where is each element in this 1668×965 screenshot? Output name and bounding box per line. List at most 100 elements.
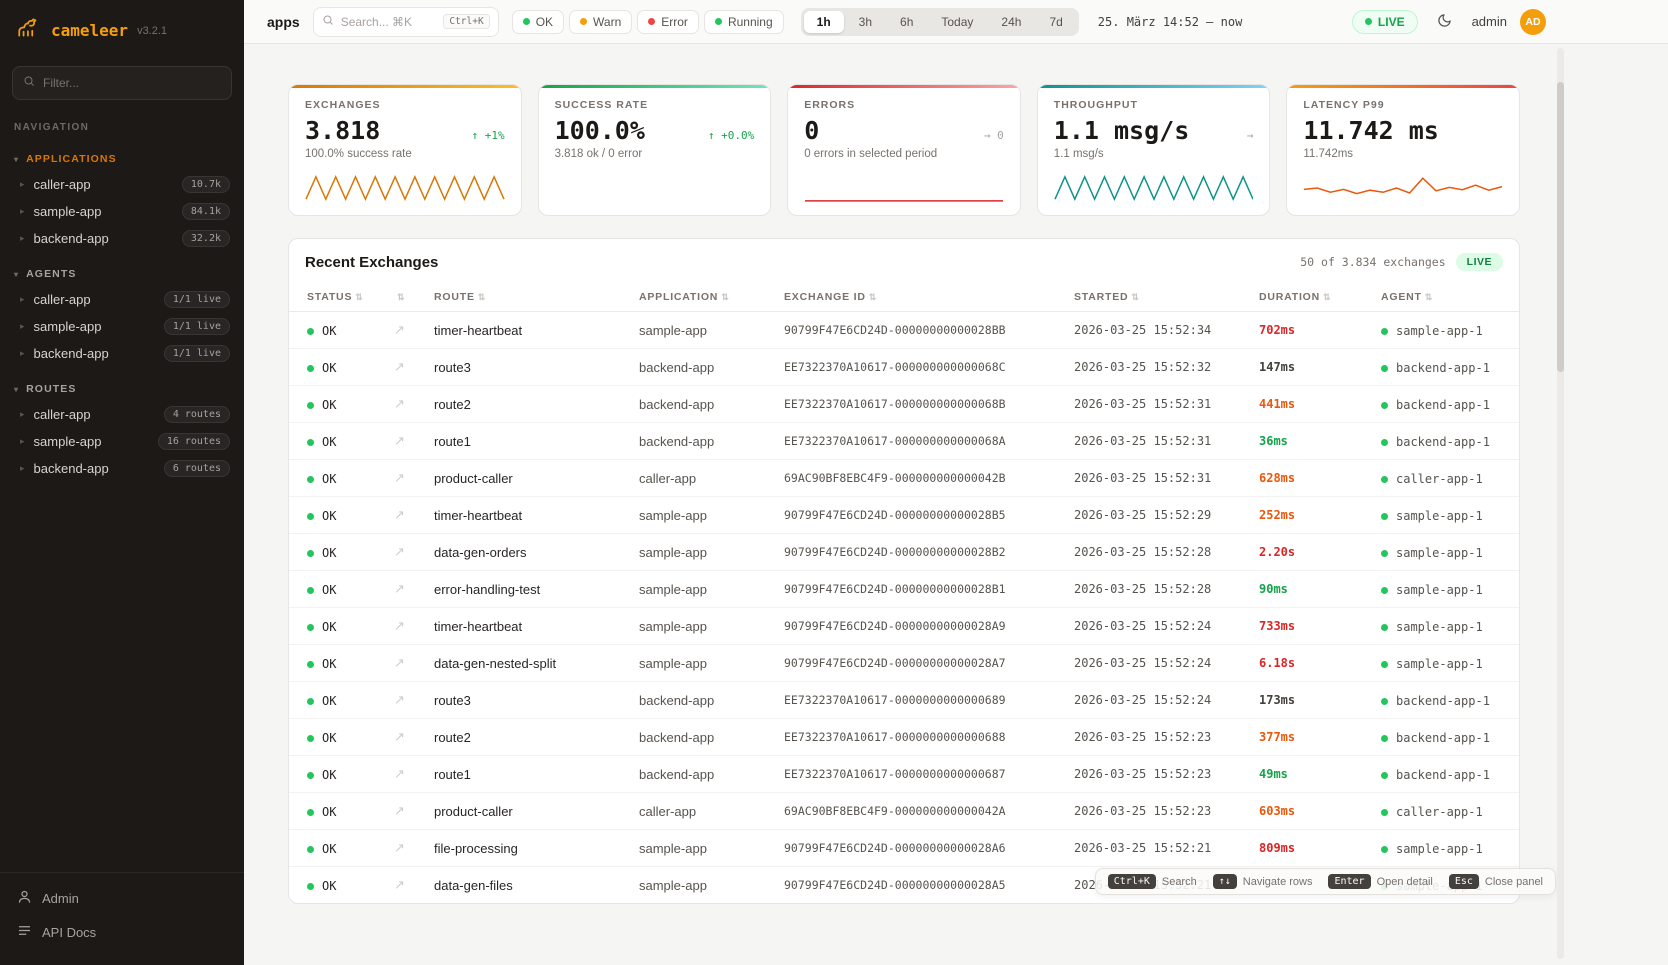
time-range-24h[interactable]: 24h	[988, 11, 1034, 33]
sidebar-item-sample-app[interactable]: ▸ sample-app 1/1 live	[0, 313, 244, 340]
row-open-icon[interactable]: ↗	[394, 803, 405, 818]
sidebar-item-caller-app[interactable]: ▸ caller-app 4 routes	[0, 401, 244, 428]
column-header-application[interactable]: APPLICATION⇅	[629, 283, 774, 312]
sidebar-item-sample-app[interactable]: ▸ sample-app 84.1k	[0, 198, 244, 225]
sort-icon: ⇅	[1425, 292, 1433, 302]
row-open-icon[interactable]: ↗	[394, 470, 405, 485]
row-open-icon[interactable]: ↗	[394, 507, 405, 522]
sidebar-item-caller-app[interactable]: ▸ caller-app 1/1 live	[0, 286, 244, 313]
sidebar-item-sample-app[interactable]: ▸ sample-app 16 routes	[0, 428, 244, 455]
section-title-routes[interactable]: ▾ROUTES	[0, 379, 244, 401]
row-started: 2026-03-25 15:52:21	[1064, 830, 1249, 867]
column-header-open[interactable]: ⇅	[384, 283, 424, 312]
stat-value: 100.0%	[555, 116, 645, 145]
status-filter-ok[interactable]: OK	[512, 10, 564, 34]
row-open-icon[interactable]: ↗	[394, 433, 405, 448]
status-filter-error[interactable]: Error	[637, 10, 699, 34]
sidebar-item-caller-app[interactable]: ▸ caller-app 10.7k	[0, 171, 244, 198]
row-open-icon[interactable]: ↗	[394, 359, 405, 374]
row-duration: 702ms	[1249, 312, 1371, 349]
row-open-icon[interactable]: ↗	[394, 544, 405, 559]
time-range-today[interactable]: Today	[928, 11, 986, 33]
avatar[interactable]: AD	[1520, 9, 1546, 35]
section-title-agents[interactable]: ▾AGENTS	[0, 264, 244, 286]
table-row[interactable]: OK ↗ timer-heartbeat sample-app 90799F47…	[289, 312, 1519, 349]
row-open-icon[interactable]: ↗	[394, 655, 405, 670]
sidebar-item-backend-app[interactable]: ▸ backend-app 6 routes	[0, 455, 244, 482]
time-range-3h[interactable]: 3h	[846, 11, 885, 33]
row-duration: 377ms	[1249, 719, 1371, 756]
stat-sparkline	[1054, 171, 1254, 205]
row-open-icon[interactable]: ↗	[394, 618, 405, 633]
table-live-badge[interactable]: LIVE	[1456, 253, 1503, 271]
row-application: backend-app	[629, 756, 774, 793]
stat-subtitle: 11.742ms	[1303, 148, 1503, 160]
column-header-duration[interactable]: DURATION⇅	[1249, 283, 1371, 312]
table-row[interactable]: OK ↗ route1 backend-app EE7322370A10617-…	[289, 756, 1519, 793]
row-started: 2026-03-25 15:52:32	[1064, 349, 1249, 386]
row-open-icon[interactable]: ↗	[394, 692, 405, 707]
live-toggle[interactable]: LIVE	[1352, 10, 1418, 34]
row-open-icon[interactable]: ↗	[394, 322, 405, 337]
table-row[interactable]: OK ↗ file-processing sample-app 90799F47…	[289, 830, 1519, 867]
sort-icon: ⇅	[1131, 292, 1139, 302]
table-row[interactable]: OK ↗ timer-heartbeat sample-app 90799F47…	[289, 608, 1519, 645]
column-header-exchange-id[interactable]: EXCHANGE ID⇅	[774, 283, 1064, 312]
item-badge: 32.2k	[182, 230, 230, 247]
column-header-route[interactable]: ROUTE⇅	[424, 283, 629, 312]
search-input[interactable]	[341, 15, 437, 29]
shortcut-hint-search: Ctrl+KSearch	[1108, 874, 1197, 889]
sidebar-sections: ▾APPLICATIONS▸ caller-app 10.7k▸ sample-…	[0, 137, 244, 482]
table-row[interactable]: OK ↗ error-handling-test sample-app 9079…	[289, 571, 1519, 608]
column-header-started[interactable]: STARTED⇅	[1064, 283, 1249, 312]
row-open-icon[interactable]: ↗	[394, 840, 405, 855]
footer-item-admin[interactable]: Admin	[0, 881, 244, 915]
row-status: OK	[322, 657, 336, 671]
row-status: OK	[322, 842, 336, 856]
sort-icon: ⇅	[721, 292, 729, 302]
scrollbar-thumb[interactable]	[1557, 82, 1564, 372]
status-filter-warn[interactable]: Warn	[569, 10, 632, 34]
time-range-7d[interactable]: 7d	[1036, 11, 1075, 33]
table-row[interactable]: OK ↗ data-gen-nested-split sample-app 90…	[289, 645, 1519, 682]
row-open-icon[interactable]: ↗	[394, 766, 405, 781]
table-row[interactable]: OK ↗ timer-heartbeat sample-app 90799F47…	[289, 497, 1519, 534]
global-search[interactable]: Ctrl+K	[313, 7, 499, 37]
time-range-6h[interactable]: 6h	[887, 11, 926, 33]
table-row[interactable]: OK ↗ route3 backend-app EE7322370A10617-…	[289, 349, 1519, 386]
agent-ok-dot	[1381, 587, 1388, 594]
row-open-icon[interactable]: ↗	[394, 396, 405, 411]
table-row[interactable]: OK ↗ product-caller caller-app 69AC90BF8…	[289, 460, 1519, 497]
sparkline-svg	[305, 171, 505, 205]
status-filter-running[interactable]: Running	[704, 10, 784, 34]
table-row[interactable]: OK ↗ data-gen-orders sample-app 90799F47…	[289, 534, 1519, 571]
row-open-icon[interactable]: ↗	[394, 877, 405, 892]
row-agent: sample-app-1	[1396, 583, 1483, 597]
dark-mode-toggle[interactable]	[1431, 8, 1459, 36]
table-row[interactable]: OK ↗ route3 backend-app EE7322370A10617-…	[289, 682, 1519, 719]
sidebar-item-backend-app[interactable]: ▸ backend-app 1/1 live	[0, 340, 244, 367]
status-ok-dot	[307, 476, 314, 483]
stat-subtitle: 3.818 ok / 0 error	[555, 148, 755, 160]
status-ok-dot	[307, 513, 314, 520]
row-agent: sample-app-1	[1396, 620, 1483, 634]
sidebar-filter[interactable]	[12, 66, 232, 100]
row-agent: backend-app-1	[1396, 768, 1490, 782]
stat-label: EXCHANGES	[305, 99, 505, 111]
scrollbar-track[interactable]	[1557, 48, 1564, 959]
table-row[interactable]: OK ↗ product-caller caller-app 69AC90BF8…	[289, 793, 1519, 830]
sidebar-item-backend-app[interactable]: ▸ backend-app 32.2k	[0, 225, 244, 252]
column-header-agent[interactable]: AGENT⇅	[1371, 283, 1519, 312]
row-open-icon[interactable]: ↗	[394, 729, 405, 744]
time-range-1h[interactable]: 1h	[804, 11, 844, 33]
table-row[interactable]: OK ↗ route2 backend-app EE7322370A10617-…	[289, 386, 1519, 423]
table-row[interactable]: OK ↗ route1 backend-app EE7322370A10617-…	[289, 423, 1519, 460]
stat-sparkline	[555, 171, 755, 205]
status-ok-dot	[307, 698, 314, 705]
table-row[interactable]: OK ↗ route2 backend-app EE7322370A10617-…	[289, 719, 1519, 756]
section-title-applications[interactable]: ▾APPLICATIONS	[0, 149, 244, 171]
row-open-icon[interactable]: ↗	[394, 581, 405, 596]
footer-item-api-docs[interactable]: API Docs	[0, 915, 244, 949]
column-header-status[interactable]: STATUS⇅	[289, 283, 384, 312]
sidebar-filter-input[interactable]	[43, 76, 221, 90]
